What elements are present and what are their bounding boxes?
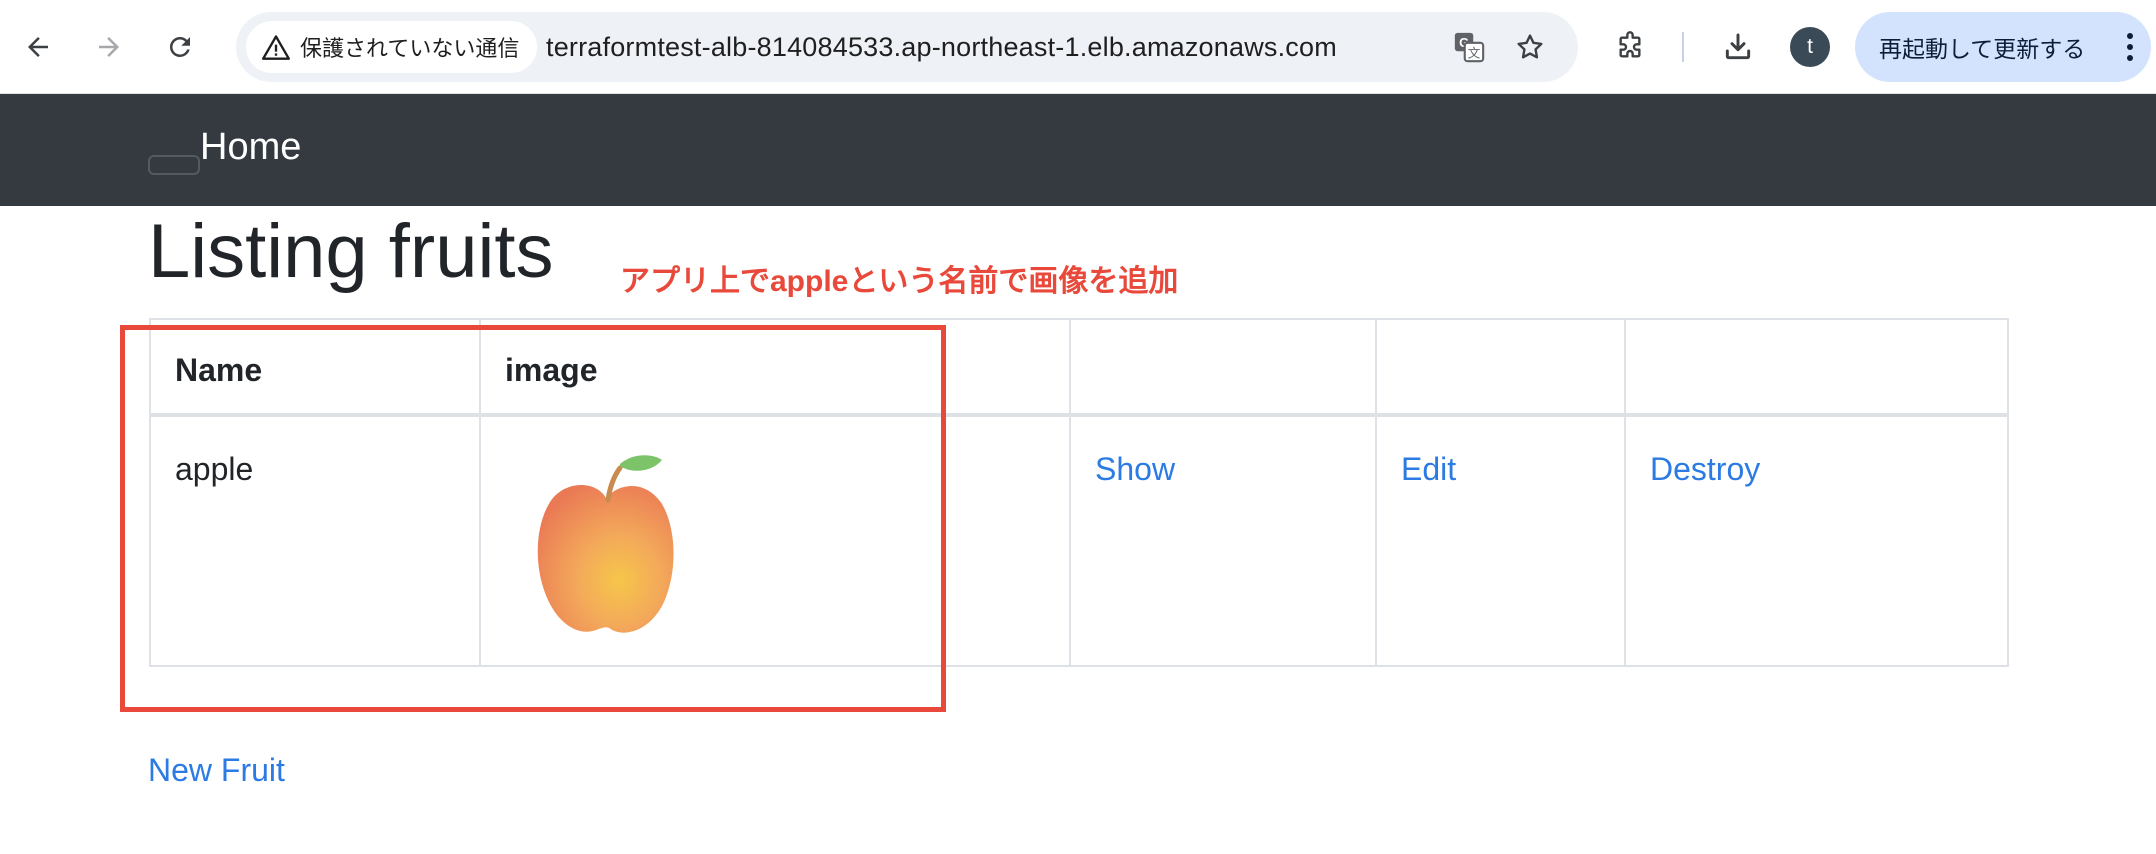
translate-icon: G文 xyxy=(1454,32,1485,63)
toolbar-divider xyxy=(1682,32,1684,62)
svg-text:文: 文 xyxy=(1468,47,1481,62)
cell-name: apple xyxy=(149,414,481,667)
navbar-toggler[interactable] xyxy=(148,155,200,175)
navbar: Home xyxy=(0,94,2156,206)
new-fruit-link[interactable]: New Fruit xyxy=(148,752,285,789)
browser-toolbar: 保護されていない通信 terraformtest-alb-814084533.a… xyxy=(0,0,2156,94)
profile-avatar[interactable]: t xyxy=(1790,27,1830,67)
bookmark-button[interactable] xyxy=(1509,26,1551,68)
cell-edit: Edit xyxy=(1375,414,1626,667)
column-header-show xyxy=(1069,318,1377,416)
reload-button[interactable] xyxy=(153,20,207,74)
extensions-button[interactable] xyxy=(1603,20,1657,74)
reload-icon xyxy=(169,36,190,57)
extensions-icon xyxy=(1619,31,1641,58)
column-header-name: Name xyxy=(149,318,481,416)
translate-button[interactable]: G文 xyxy=(1448,26,1490,68)
page-title: Listing fruits xyxy=(148,209,554,294)
back-button[interactable] xyxy=(11,20,65,74)
apple-image xyxy=(537,455,674,633)
table-row: apple Show Edit Destroy xyxy=(149,414,2009,667)
star-icon xyxy=(1517,34,1543,59)
column-header-destroy xyxy=(1624,318,2009,416)
restart-update-button[interactable]: 再起動して更新する xyxy=(1855,12,2151,82)
address-bar[interactable]: 保護されていない通信 terraformtest-alb-814084533.a… xyxy=(236,12,1578,82)
back-arrow-icon xyxy=(28,37,48,57)
fruits-table: Name image apple Show Edit Destroy xyxy=(149,318,2009,667)
show-link[interactable]: Show xyxy=(1095,451,1175,487)
forward-button[interactable] xyxy=(82,20,136,74)
warning-icon xyxy=(262,35,290,60)
download-icon xyxy=(1725,33,1751,60)
url-text[interactable]: terraformtest-alb-814084533.ap-northeast… xyxy=(546,12,1337,82)
downloads-button[interactable] xyxy=(1711,20,1765,74)
nav-home-link[interactable]: Home xyxy=(200,126,301,169)
more-menu-icon[interactable] xyxy=(2127,32,2133,62)
cell-destroy: Destroy xyxy=(1624,414,2009,667)
table-header-row: Name image xyxy=(149,318,2009,416)
column-header-image: image xyxy=(479,318,1071,416)
forward-arrow-icon xyxy=(99,37,119,57)
column-header-edit xyxy=(1375,318,1626,416)
edit-link[interactable]: Edit xyxy=(1401,451,1456,487)
annotation-text: アプリ上でappleという名前で画像を追加 xyxy=(620,265,1179,298)
fruits-table-container: Name image apple Show Edit Destroy xyxy=(149,318,2009,669)
security-label: 保護されていない通信 xyxy=(300,36,520,61)
update-button-label: 再起動して更新する xyxy=(1879,36,2086,62)
security-indicator[interactable]: 保護されていない通信 xyxy=(246,21,538,73)
destroy-link[interactable]: Destroy xyxy=(1650,451,1760,487)
cell-show: Show xyxy=(1069,414,1377,667)
